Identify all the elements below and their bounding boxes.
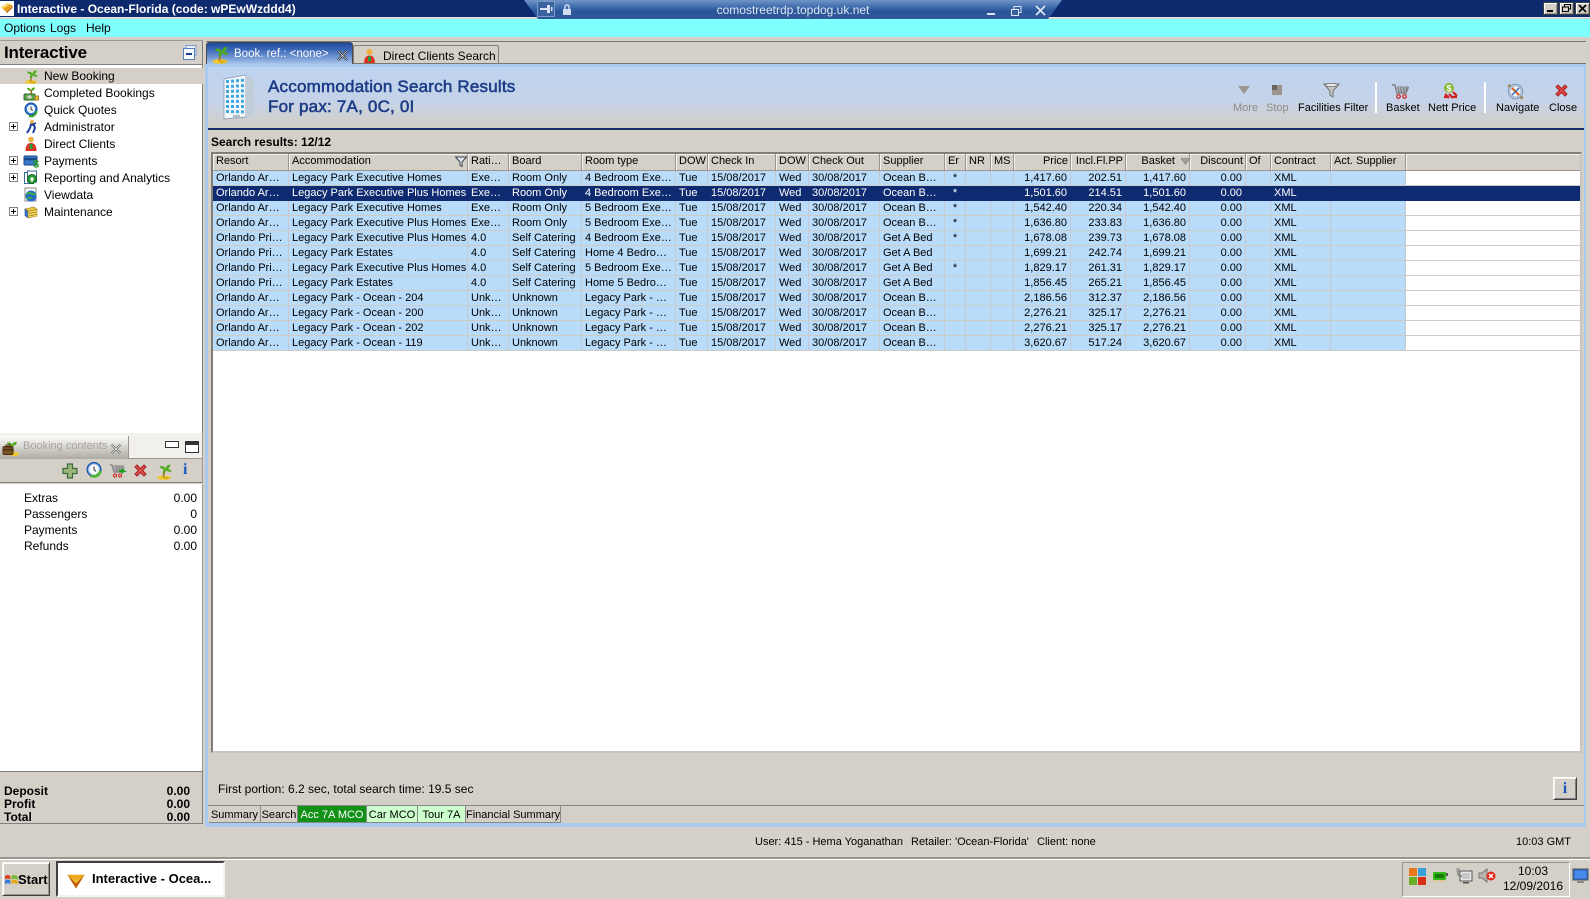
svg-text:$: $ xyxy=(33,159,39,170)
svg-text:$: $ xyxy=(1446,84,1451,94)
